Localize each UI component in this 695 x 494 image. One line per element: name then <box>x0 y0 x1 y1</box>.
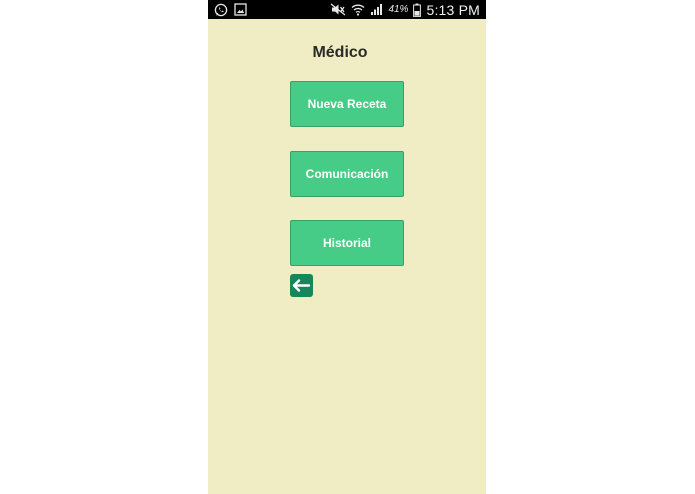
app-screen: 41% 5:13 PM Médico Nueva Receta Comunica… <box>208 0 486 494</box>
clock: 5:13 PM <box>426 1 480 18</box>
page-title: Médico <box>312 44 368 61</box>
battery-percent: 41% <box>388 4 409 15</box>
comunicacion-button[interactable]: Comunicación <box>290 151 404 197</box>
historial-button[interactable]: Historial <box>290 220 404 266</box>
status-bar: 41% 5:13 PM <box>208 0 486 19</box>
gallery-icon <box>234 3 247 16</box>
back-arrow-icon <box>292 279 311 292</box>
signal-icon <box>370 3 383 16</box>
mute-icon <box>330 3 346 16</box>
battery-icon <box>413 3 422 17</box>
back-button[interactable] <box>290 274 313 297</box>
nueva-receta-button[interactable]: Nueva Receta <box>290 81 404 127</box>
whatsapp-icon <box>214 3 228 17</box>
status-bar-left <box>214 2 247 17</box>
status-bar-right: 41% 5:13 PM <box>330 0 480 19</box>
wifi-icon <box>351 3 365 16</box>
